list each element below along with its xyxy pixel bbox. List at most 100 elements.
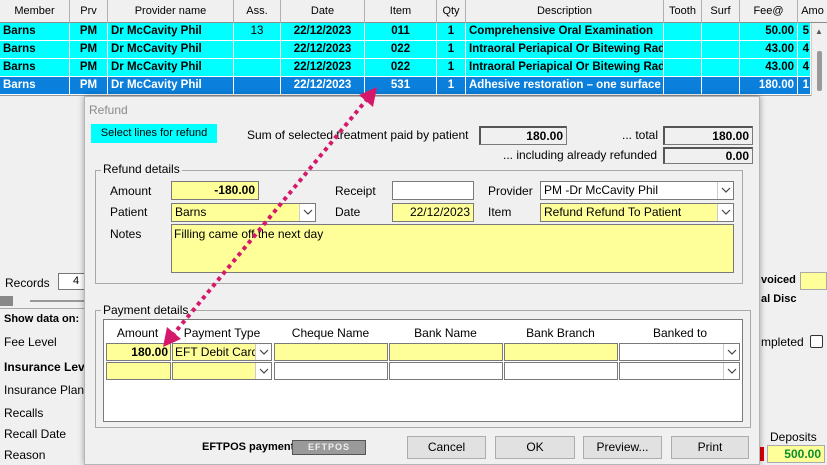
col-item[interactable]: Item: [365, 0, 437, 23]
col-tooth[interactable]: Tooth: [664, 0, 702, 23]
invoiced-field[interactable]: [800, 272, 827, 290]
bank-branch-field[interactable]: [504, 343, 618, 361]
chevron-down-icon[interactable]: [723, 344, 739, 360]
preview-button[interactable]: Preview...: [583, 436, 662, 459]
receipt-field[interactable]: [392, 181, 474, 200]
item-value: Refund Refund To Patient: [544, 205, 682, 219]
col-date[interactable]: Date: [281, 0, 365, 23]
cell-amount: 1: [798, 77, 811, 95]
table-row[interactable]: Barns PM Dr McCavity Phil 22/12/2023 022…: [0, 41, 827, 59]
provider-select[interactable]: PM -Dr McCavity Phil: [540, 181, 734, 200]
date-label: Date: [335, 205, 361, 219]
eftpos-label: EFTPOS payment: [202, 441, 295, 453]
cell-description: Adhesive restoration – one surface: [466, 77, 664, 95]
col-amount[interactable]: Amo: [798, 0, 827, 23]
bank-name-field[interactable]: [389, 343, 503, 361]
col-prv[interactable]: Prv: [70, 0, 108, 23]
table-row-selected[interactable]: Barns PM Dr McCavity Phil 22/12/2023 531…: [0, 77, 827, 95]
sum-value: 180.00: [479, 126, 567, 145]
banked-to-select[interactable]: [619, 343, 740, 361]
treatment-grid: Member Prv Provider name Ass. Date Item …: [0, 0, 827, 96]
cell-fee: 43.00: [740, 41, 798, 59]
refund-dialog: Refund Select lines for refund Sum of se…: [84, 96, 760, 465]
payment-header-amount: Amount: [116, 326, 159, 340]
col-surf[interactable]: Surf: [702, 0, 740, 23]
col-provider-name[interactable]: Provider name: [108, 0, 234, 23]
col-fee[interactable]: Fee@: [740, 0, 798, 23]
provider-label: Provider: [488, 184, 533, 198]
cell-qty: 1: [437, 41, 466, 59]
recalls-label[interactable]: Recalls: [4, 406, 43, 420]
total-label: ... total: [622, 128, 659, 142]
payment-amount-field[interactable]: 180.00: [106, 343, 171, 361]
cell-fee: 50.00: [740, 23, 798, 41]
col-member[interactable]: Member: [0, 0, 70, 23]
payment-table: Amount Payment Type Cheque Name Bank Nam…: [103, 319, 743, 422]
table-row[interactable]: Barns PM Dr McCavity Phil 13 22/12/2023 …: [0, 23, 827, 41]
date-field[interactable]: 22/12/2023: [392, 203, 474, 222]
cell-ass: [234, 77, 281, 95]
cell-member: Barns: [0, 23, 70, 41]
chevron-down-icon[interactable]: [717, 182, 733, 199]
col-qty[interactable]: Qty: [437, 0, 466, 23]
payment-amount-field[interactable]: [106, 362, 171, 380]
cell-member: Barns: [0, 59, 70, 77]
grid-vertical-scrollbar[interactable]: ▲: [811, 23, 827, 96]
completed-checkbox[interactable]: [810, 335, 823, 348]
cell-prv: PM: [70, 41, 108, 59]
cell-prv: PM: [70, 59, 108, 77]
ok-button[interactable]: OK: [495, 436, 575, 459]
cell-ass: [234, 41, 281, 59]
show-data-on-label: Show data on:: [4, 313, 80, 325]
cell-ass: 13: [234, 23, 281, 41]
col-ass[interactable]: Ass.: [234, 0, 281, 23]
status-indicator: [760, 447, 764, 461]
eftpos-button[interactable]: EFTPOS: [292, 440, 366, 455]
cell-provider: Dr McCavity Phil: [108, 23, 234, 41]
cancel-button[interactable]: Cancel: [407, 436, 486, 459]
chevron-down-icon[interactable]: [255, 344, 271, 360]
insurance-level-label[interactable]: Insurance Leve: [4, 360, 91, 374]
sum-label: Sum of selected treatment paid by patien…: [247, 128, 469, 142]
bank-name-field[interactable]: [389, 362, 503, 380]
cell-qty: 1: [437, 59, 466, 77]
cell-item: 011: [365, 23, 437, 41]
reason-label[interactable]: Reason: [4, 448, 45, 462]
receipt-label: Receipt: [335, 184, 376, 198]
cell-provider: Dr McCavity Phil: [108, 59, 234, 77]
payment-type-select[interactable]: [172, 362, 272, 380]
cheque-name-field[interactable]: [274, 362, 388, 380]
patient-select[interactable]: Barns: [171, 203, 316, 222]
scroll-thumb[interactable]: [817, 51, 822, 91]
cell-fee: 180.00: [740, 77, 798, 95]
chevron-down-icon[interactable]: [255, 363, 271, 379]
deposits-label: Deposits: [770, 430, 817, 444]
insurance-plan-label[interactable]: Insurance Plan: [4, 383, 84, 397]
zoom-slider[interactable]: [0, 296, 90, 306]
cell-tooth: [664, 59, 702, 77]
chevron-down-icon[interactable]: [717, 204, 733, 221]
slider-thumb[interactable]: [0, 296, 13, 306]
print-button[interactable]: Print: [671, 436, 749, 459]
item-select[interactable]: Refund Refund To Patient: [540, 203, 734, 222]
scroll-up-icon[interactable]: ▲: [815, 27, 823, 36]
chevron-down-icon[interactable]: [723, 363, 739, 379]
banked-to-select[interactable]: [619, 362, 740, 380]
cell-prv: PM: [70, 77, 108, 95]
refund-amount-field[interactable]: -180.00: [171, 181, 259, 200]
cell-member: Barns: [0, 77, 70, 95]
notes-textarea[interactable]: Filling came off the next day: [171, 224, 734, 273]
bank-branch-field[interactable]: [504, 362, 618, 380]
fee-level-label[interactable]: Fee Level: [4, 335, 57, 349]
invoiced-label: voiced: [761, 274, 796, 286]
table-row[interactable]: Barns PM Dr McCavity Phil 22/12/2023 022…: [0, 59, 827, 77]
payment-type-select[interactable]: EFT Debit Card: [172, 343, 272, 361]
chevron-down-icon[interactable]: [299, 204, 315, 221]
recall-date-label[interactable]: Recall Date: [4, 427, 66, 441]
item-label: Item: [488, 205, 512, 219]
col-description[interactable]: Description: [466, 0, 664, 23]
cell-date: 22/12/2023: [281, 41, 365, 59]
cell-amount: 4: [798, 41, 811, 59]
cell-tooth: [664, 41, 702, 59]
cheque-name-field[interactable]: [274, 343, 388, 361]
